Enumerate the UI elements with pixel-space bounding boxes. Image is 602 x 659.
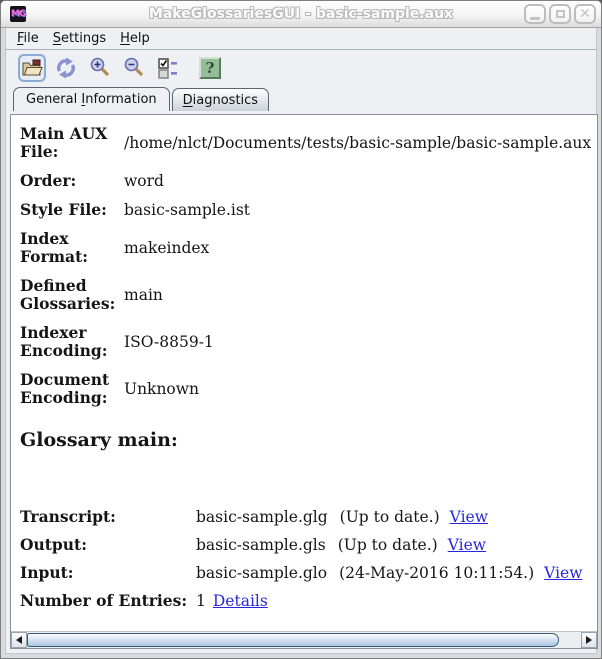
general-info-panel: Main AUX File: /home/nlct/Documents/test… [11,115,597,631]
field-label: Number of Entries: [20,590,188,610]
info-row-defined-glossaries: Defined Glossaries: main [20,275,591,313]
scrollpane: Main AUX File: /home/nlct/Documents/test… [10,114,599,649]
field-value: basic-sample.glg [196,507,328,526]
open-file-button[interactable] [18,54,46,82]
menu-file[interactable]: File [10,29,46,48]
glossary-row-transcript: Transcript: basic-sample.glg (Up to date… [20,507,591,526]
toolbar: ? [6,50,596,86]
field-value: basic-sample.glo [196,563,328,582]
app-window: MG MakeGlossariesGUI - basic-sample.aux … [0,0,602,659]
info-row-index-format: Index Format: makeindex [20,228,591,266]
reload-icon [57,57,75,79]
field-value: main [124,285,163,304]
zoom-in-button[interactable] [86,54,114,82]
scroll-right-button[interactable] [581,632,598,648]
glossary-heading: Glossary main: [20,428,178,451]
menubar: File Settings Help [6,28,596,50]
window-controls: ✕ [524,4,596,24]
zoom-out-icon [124,57,144,77]
scrollbar-thumb[interactable] [27,633,559,647]
titlebar[interactable]: MG MakeGlossariesGUI - basic-sample.aux … [1,1,601,28]
help-button[interactable]: ? [196,54,224,82]
tab-content-general: Main AUX File: /home/nlct/Documents/test… [6,111,599,653]
field-value: basic-sample.gls [196,535,326,554]
field-value: 1 [196,591,206,610]
info-row-main-aux-file: Main AUX File: /home/nlct/Documents/test… [20,125,591,161]
tab-general-information[interactable]: General Information [13,87,170,111]
zoom-out-button[interactable] [120,54,148,82]
field-status: (Up to date.) [339,507,440,526]
view-transcript-link[interactable]: View [450,508,488,526]
help-icon: ? [199,57,221,79]
arrow-right-icon [586,636,593,644]
minimize-icon [530,17,540,20]
field-label: Indexer Encoding: [20,322,108,360]
field-value: word [124,171,164,190]
field-label: Input: [20,562,74,582]
close-button[interactable]: ✕ [574,4,596,24]
field-status: (Up to date.) [337,535,438,554]
app-body: File Settings Help ? General Information… [5,28,599,654]
details-link[interactable]: Details [213,592,268,610]
diagnostic-options-icon [158,58,177,79]
glossary-row-input: Input: basic-sample.glo (24-May-2016 10:… [20,563,591,582]
field-label: Defined Glossaries: [20,275,116,313]
glossary-row-output: Output: basic-sample.gls (Up to date.) V… [20,535,591,554]
field-label: Style File: [20,199,107,219]
app-icon-letters: MG [10,9,26,19]
scrollbar-track[interactable] [27,632,581,648]
field-label: Index Format: [20,228,88,266]
tab-diagnostics[interactable]: Diagnostics [171,88,270,111]
window-title: MakeGlossariesGUI - basic-sample.aux [148,6,454,22]
info-row-indexer-encoding: Indexer Encoding: ISO-8859-1 [20,322,591,360]
menu-settings[interactable]: Settings [46,29,113,48]
glossary-rows: Transcript: basic-sample.glg (Up to date… [20,507,591,610]
field-status: (24-May-2016 10:11:54.) [339,563,535,582]
view-input-link[interactable]: View [544,564,582,582]
field-value: basic-sample.ist [124,200,251,219]
reload-button[interactable] [52,54,80,82]
minimize-button[interactable] [524,4,546,24]
glossary-row-entries: Number of Entries: 1 Details [20,591,591,610]
tabstrip: General Information Diagnostics [6,86,596,111]
field-label: Output: [20,534,87,554]
arrow-left-icon [16,636,22,644]
app-icon: MG [10,6,26,22]
field-label: Order: [20,170,77,190]
field-label: Main AUX File: [20,124,108,161]
info-row-order: Order: word [20,170,591,190]
field-value: makeindex [124,238,210,257]
menu-help[interactable]: Help [113,29,157,48]
info-row-document-encoding: Document Encoding: Unknown [20,369,591,407]
horizontal-scrollbar[interactable] [11,631,598,648]
maximize-icon [555,10,565,18]
view-output-link[interactable]: View [448,536,486,554]
info-row-style-file: Style File: basic-sample.ist [20,199,591,219]
maximize-button[interactable] [549,4,571,24]
diagnostic-options-button[interactable] [154,54,182,82]
field-label: Document Encoding: [20,369,110,407]
open-file-icon [22,59,43,76]
field-value: Unknown [124,379,200,398]
zoom-in-icon [90,57,110,77]
field-value: ISO-8859-1 [124,332,214,351]
close-icon: ✕ [579,6,591,22]
scroll-left-button[interactable] [11,632,27,648]
field-label: Transcript: [20,506,116,526]
field-value: /home/nlct/Documents/tests/basic-sample/… [124,133,592,152]
